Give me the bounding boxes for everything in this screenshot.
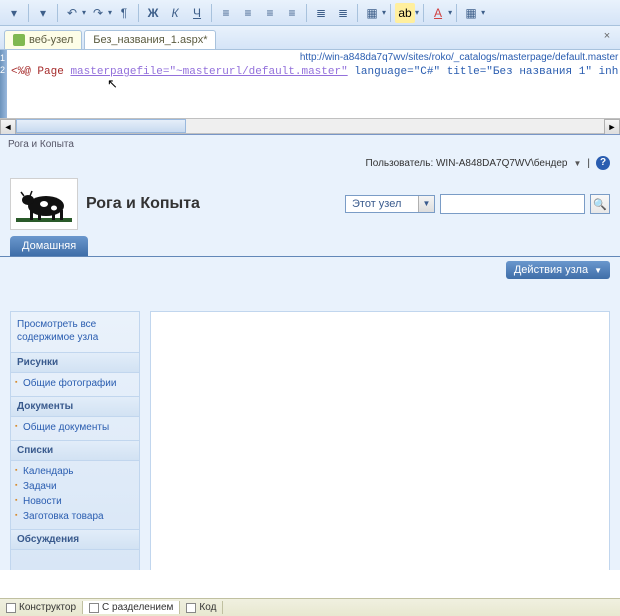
underline-button[interactable]: Ч bbox=[187, 3, 207, 23]
nav-item-calendar[interactable]: Календарь bbox=[11, 464, 139, 479]
insert-table-button[interactable]: ▦ bbox=[461, 3, 481, 23]
italic-button[interactable]: К bbox=[165, 3, 185, 23]
search-button[interactable]: 🔍 bbox=[590, 194, 610, 214]
undo-dropdown[interactable]: ▾ bbox=[82, 8, 86, 17]
quick-launch: Просмотреть все содержимое узла Рисунки … bbox=[10, 311, 140, 570]
user-dropdown[interactable]: ▼ bbox=[573, 159, 581, 168]
nav-section-lists[interactable]: Списки bbox=[11, 440, 139, 461]
font-color-button[interactable]: A bbox=[428, 3, 448, 23]
cow-icon bbox=[16, 184, 72, 224]
redo-button[interactable]: ↷ bbox=[88, 3, 108, 23]
site-actions-menu[interactable]: Действия узла▼ bbox=[506, 261, 610, 279]
nav-item-shared-pictures[interactable]: Общие фотографии bbox=[11, 376, 139, 391]
tab-home[interactable]: Домашняя bbox=[10, 236, 88, 256]
view-all-content-link[interactable]: Просмотреть все содержимое узла bbox=[11, 312, 139, 352]
borders-button[interactable]: ▦ bbox=[362, 3, 382, 23]
site-icon bbox=[13, 34, 25, 46]
nav-section-documents[interactable]: Документы bbox=[11, 396, 139, 417]
hscroll-left[interactable]: ◄ bbox=[0, 119, 16, 135]
undo-button[interactable]: ↶ bbox=[62, 3, 82, 23]
line-gutter: 12 bbox=[0, 50, 7, 118]
nav-item-stock[interactable]: Заготовка товара bbox=[11, 509, 139, 524]
content-placeholder[interactable] bbox=[150, 311, 610, 570]
breadcrumb: Рога и Копыта bbox=[0, 135, 620, 154]
hscroll-right[interactable]: ► bbox=[604, 119, 620, 135]
align-center-button[interactable]: ≡ bbox=[238, 3, 258, 23]
user-label: Пользователь: WIN-A848DA7Q7WV\бендер bbox=[366, 158, 568, 169]
masterpage-url-hint: http://win-a848da7q7wv/sites/roko/_catal… bbox=[300, 50, 619, 65]
file-tab-site[interactable]: веб-узел bbox=[4, 30, 82, 49]
align-left-button[interactable]: ≡ bbox=[216, 3, 236, 23]
file-tab-page[interactable]: Без_названия_1.aspx* bbox=[84, 30, 216, 49]
search-input[interactable] bbox=[440, 194, 585, 214]
number-list-button[interactable]: ≣ bbox=[333, 3, 353, 23]
close-tab-button[interactable]: × bbox=[600, 30, 614, 44]
view-split-button[interactable]: С разделением bbox=[83, 601, 180, 614]
search-scope-select[interactable]: Этот узел▼ bbox=[345, 195, 435, 213]
mouse-cursor: ↖ bbox=[107, 76, 118, 92]
toolbar-dropdown[interactable]: ▾ bbox=[33, 3, 53, 23]
align-justify-button[interactable]: ≡ bbox=[282, 3, 302, 23]
site-logo bbox=[10, 178, 78, 230]
nav-section-discussions[interactable]: Обсуждения bbox=[11, 529, 139, 550]
toolbar-dropdown[interactable]: ▾ bbox=[4, 3, 24, 23]
align-right-button[interactable]: ≡ bbox=[260, 3, 280, 23]
nav-item-shared-docs[interactable]: Общие документы bbox=[11, 420, 139, 435]
nav-section-pictures[interactable]: Рисунки bbox=[11, 352, 139, 373]
highlight-button[interactable]: ab bbox=[395, 3, 415, 23]
bold-button[interactable]: Ж bbox=[143, 3, 163, 23]
nav-item-tasks[interactable]: Задачи bbox=[11, 479, 139, 494]
nav-item-news[interactable]: Новости bbox=[11, 494, 139, 509]
view-code-button[interactable]: Код bbox=[180, 601, 223, 614]
paragraph-button[interactable]: ¶ bbox=[114, 3, 134, 23]
hscroll-track[interactable] bbox=[16, 119, 604, 133]
view-designer-button[interactable]: Конструктор bbox=[0, 601, 83, 614]
redo-dropdown[interactable]: ▾ bbox=[108, 8, 112, 17]
site-title: Рога и Копыта bbox=[86, 195, 200, 213]
bullet-list-button[interactable]: ≣ bbox=[311, 3, 331, 23]
help-icon[interactable]: ? bbox=[596, 156, 610, 170]
hscroll-thumb[interactable] bbox=[16, 119, 186, 133]
